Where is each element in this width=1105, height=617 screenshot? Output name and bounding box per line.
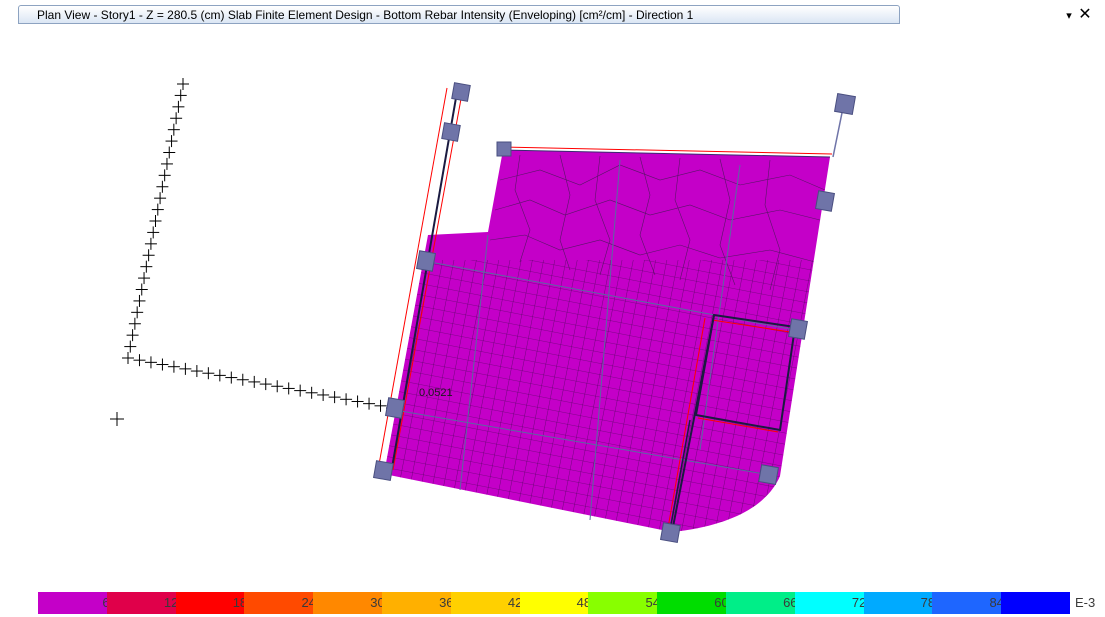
slab-contour <box>384 150 830 532</box>
legend-color-segment: 300 <box>313 592 392 614</box>
contour-legend: 6012018024030036042048054060066072078084… <box>0 592 1105 617</box>
legend-color-segment: 780 <box>863 592 942 614</box>
legend-color-segment: 600 <box>657 592 736 614</box>
document-tab-bar: Plan View - Story1 - Z = 280.5 (cm) Slab… <box>0 0 1105 26</box>
grid-axis-markers <box>122 78 398 414</box>
legend-color-segment <box>1001 592 1070 614</box>
value-annotation: 0.0521 <box>419 387 453 399</box>
plan-view-canvas[interactable]: 0.0521 <box>0 26 1105 581</box>
legend-color-segment: 480 <box>519 592 598 614</box>
legend-unit: E-3 <box>1075 595 1096 610</box>
tab-title: Plan View - Story1 - Z = 280.5 (cm) Slab… <box>37 8 694 22</box>
legend-color-segment: 120 <box>106 592 186 614</box>
close-icon[interactable]: ✕ <box>1076 6 1094 24</box>
legend-color-segment: 660 <box>725 592 805 614</box>
legend-color-segment: 180 <box>175 592 254 614</box>
legend-color-segment: 840 <box>932 592 1011 614</box>
legend-color-segment: 720 <box>794 592 874 614</box>
legend-color-segment: 540 <box>588 592 667 614</box>
origin-cross-icon <box>110 412 124 426</box>
plan-view-tab[interactable]: Plan View - Story1 - Z = 280.5 (cm) Slab… <box>18 5 900 24</box>
legend-color-segment: 240 <box>244 592 323 614</box>
legend-color-segment: 420 <box>450 592 530 614</box>
color-scale-bar: 6012018024030036042048054060066072078084… <box>38 592 1070 614</box>
legend-color-segment: 60 <box>38 592 117 614</box>
legend-color-segment: 360 <box>381 592 461 614</box>
